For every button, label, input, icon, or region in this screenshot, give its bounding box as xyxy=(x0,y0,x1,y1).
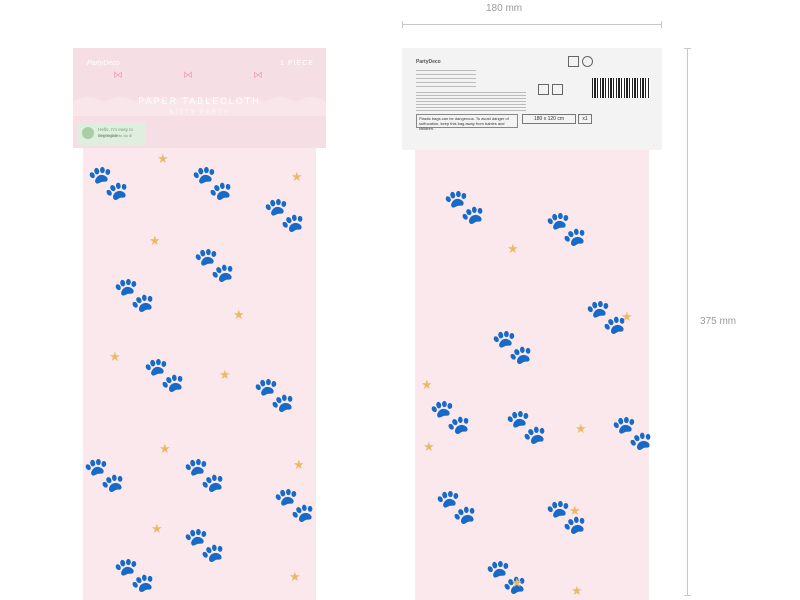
paw-print-icon: 🐾 xyxy=(183,526,226,564)
star-icon: ★ xyxy=(507,241,519,256)
paw-print-icon: 🐾 xyxy=(545,210,588,248)
star-icon: ★ xyxy=(157,151,169,166)
size-label: 180 x 120 cm xyxy=(522,114,576,124)
recycle-icon xyxy=(82,127,94,139)
star-icon: ★ xyxy=(621,309,633,324)
star-icon: ★ xyxy=(575,421,587,436)
paw-print-icon: 🐾 xyxy=(83,456,126,494)
star-icon: ★ xyxy=(569,503,581,518)
paw-print-icon: 🐾 xyxy=(263,196,306,234)
paw-print-icon: 🐾 xyxy=(143,356,186,394)
star-icon: ★ xyxy=(571,583,583,598)
paw-print-icon: 🐾 xyxy=(545,498,588,536)
brand-logo: PartyDeco xyxy=(87,60,120,67)
quantity-label: x1 xyxy=(578,114,592,124)
paw-print-icon: 🐾 xyxy=(491,328,534,366)
product-subtitle: KITTY PARTY xyxy=(169,110,230,116)
recycle-icon xyxy=(582,56,593,67)
front-header-card: PartyDeco 1 PIECE ⋈ ⋈ ⋈ PAPER TABLECLOTH… xyxy=(73,48,326,148)
paw-print-icon: 🐾 xyxy=(87,164,130,202)
star-icon: ★ xyxy=(291,169,303,184)
language-list xyxy=(416,92,526,112)
star-icon: ★ xyxy=(233,307,245,322)
paw-print-icon: 🐾 xyxy=(443,188,486,226)
width-dimension-line xyxy=(402,21,662,28)
height-dimension-label: 375 mm xyxy=(700,316,737,327)
ce-mark-icon xyxy=(538,84,549,95)
star-icon: ★ xyxy=(159,441,171,456)
tablecloth-back: 🐾 🐾 🐾 🐾 🐾 🐾 🐾 🐾 🐾 🐾 ★ ★ ★ ★ ★ ★ ★ ★ xyxy=(415,150,653,600)
eco-badge: Hello, I'm easy to segregate. Remember t… xyxy=(78,123,146,145)
piece-count: 1 PIECE xyxy=(280,60,314,67)
paw-print-icon: 🐾 xyxy=(191,164,234,202)
star-icon: ★ xyxy=(109,349,121,364)
paw-print-icon: 🐾 xyxy=(113,276,156,314)
paw-print-icon: 🐾 xyxy=(429,398,472,436)
paw-print-icon: 🐾 xyxy=(435,488,478,526)
star-icon: ★ xyxy=(421,377,433,392)
paw-print-icon: 🐾 xyxy=(253,376,296,414)
width-dimension-label: 180 mm xyxy=(486,3,523,14)
bow-icon: ⋈ xyxy=(113,70,123,81)
pap-icon xyxy=(552,84,563,95)
product-title: PAPER TABLECLOTH xyxy=(138,96,261,106)
back-header-card: PartyDeco Plastic bags can be dangerous.… xyxy=(402,48,662,150)
front-package: 🐾 🐾 🐾 🐾 🐾 🐾 🐾 🐾 🐾 🐾 🐾 🐾 ★ ★ ★ ★ ★ ★ ★ ★ … xyxy=(73,48,326,600)
star-icon: ★ xyxy=(423,439,435,454)
star-icon: ★ xyxy=(151,521,163,536)
star-icon: ★ xyxy=(511,575,523,590)
paw-print-icon: 🐾 xyxy=(273,486,316,524)
star-icon: ★ xyxy=(219,367,231,382)
paw-print-icon: 🐾 xyxy=(113,556,156,594)
tablecloth-front: 🐾 🐾 🐾 🐾 🐾 🐾 🐾 🐾 🐾 🐾 🐾 🐾 ★ ★ ★ ★ ★ ★ ★ ★ … xyxy=(83,148,316,600)
star-icon: ★ xyxy=(149,233,161,248)
star-icon: ★ xyxy=(293,457,305,472)
paw-print-icon: 🐾 xyxy=(193,246,236,284)
bow-icon: ⋈ xyxy=(253,70,263,81)
paw-print-icon: 🐾 xyxy=(611,414,654,452)
manufacturer-text xyxy=(416,70,476,90)
paw-print-icon: 🐾 xyxy=(505,408,548,446)
barcode xyxy=(592,78,650,98)
eco-text-line2: Remember to do it! xyxy=(98,133,133,138)
back-package: 🐾 🐾 🐾 🐾 🐾 🐾 🐾 🐾 🐾 🐾 ★ ★ ★ ★ ★ ★ ★ ★ Part… xyxy=(402,48,662,600)
back-brand: PartyDeco xyxy=(416,59,441,65)
warning-box: Plastic bags can be dangerous. To avoid … xyxy=(416,114,518,131)
bow-icon: ⋈ xyxy=(183,70,193,81)
food-safe-icon xyxy=(568,56,579,67)
paw-print-icon: 🐾 xyxy=(183,456,226,494)
star-icon: ★ xyxy=(289,569,301,584)
height-dimension-line xyxy=(684,48,691,596)
